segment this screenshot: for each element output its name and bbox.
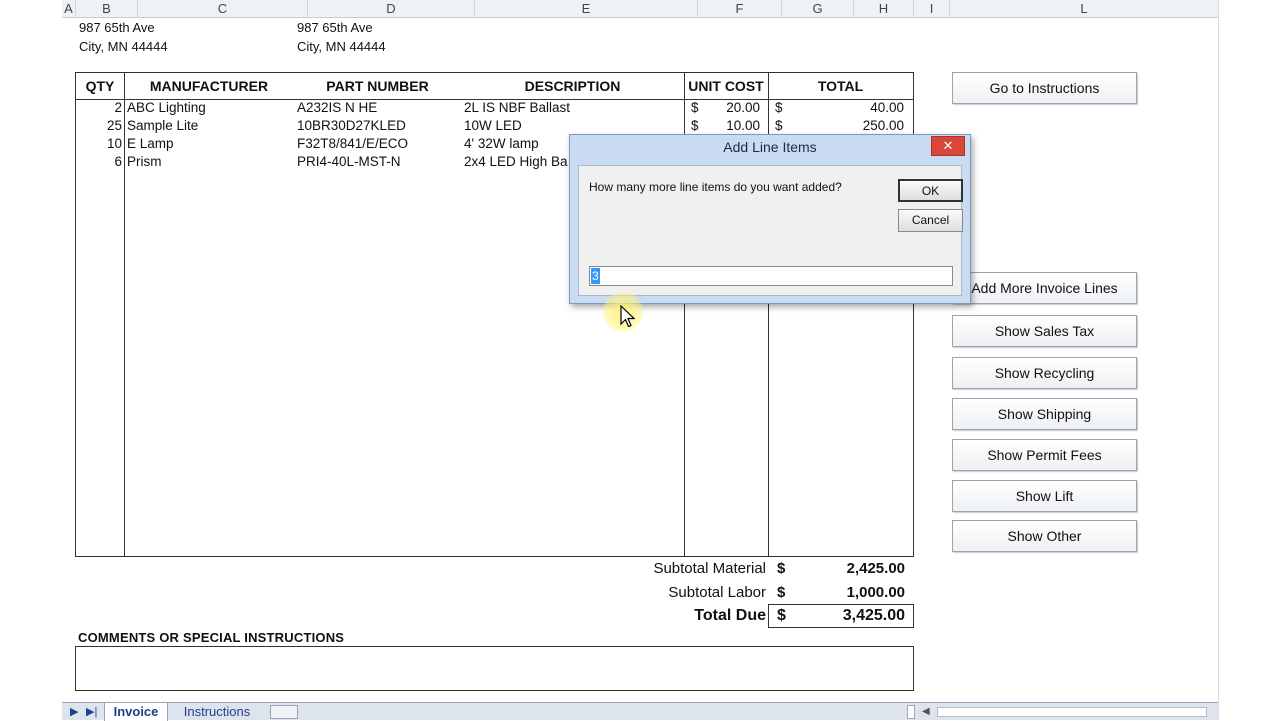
close-icon: ✕ — [942, 138, 954, 153]
address-street-right: 987 65th Ave — [297, 20, 373, 35]
address-street-left: 987 65th Ave — [79, 20, 155, 35]
row-4-description[interactable]: 2x4 LED High Ba — [464, 154, 568, 169]
address-city-left: City, MN 44444 — [79, 39, 168, 54]
header-manufacturer: MANUFACTURER — [149, 78, 269, 94]
subtotal-material-label: Subtotal Material — [653, 560, 766, 577]
column-divider-qty — [124, 73, 125, 556]
column-header-g[interactable]: G — [782, 0, 854, 18]
header-total: TOTAL — [817, 78, 864, 94]
header-qty: QTY — [85, 78, 115, 94]
show-other-button[interactable]: Show Other — [952, 520, 1137, 552]
header-description: DESCRIPTION — [524, 78, 621, 94]
tab-instructions[interactable]: Instructions — [172, 703, 262, 721]
subtotal-material-currency: $ — [777, 560, 786, 577]
comments-label: COMMENTS OR SPECIAL INSTRUCTIONS — [78, 630, 345, 645]
column-header-e[interactable]: E — [475, 0, 698, 18]
total-due-label: Total Due — [694, 607, 766, 624]
row-3-manufacturer[interactable]: E Lamp — [127, 136, 174, 151]
column-header-l[interactable]: L — [950, 0, 1218, 18]
ok-button[interactable]: OK — [898, 179, 963, 202]
row-1-manufacturer[interactable]: ABC Lighting — [127, 100, 206, 115]
go-to-instructions-button[interactable]: Go to Instructions — [952, 72, 1137, 104]
row-4-part-number[interactable]: PRI4-40L-MST-N — [297, 154, 401, 169]
header-part-number: PART NUMBER — [326, 78, 429, 94]
column-header-b[interactable]: B — [76, 0, 138, 18]
line-items-count-input[interactable]: 3 — [589, 266, 953, 286]
header-unit-cost: UNIT COST — [688, 78, 764, 94]
column-header-h[interactable]: H — [854, 0, 914, 18]
tab-invoice[interactable]: Invoice — [104, 703, 168, 721]
cancel-button[interactable]: Cancel — [898, 209, 963, 232]
show-recycling-button[interactable]: Show Recycling — [952, 357, 1137, 389]
row-1-description[interactable]: 2L IS NBF Ballast — [464, 100, 570, 115]
show-lift-button[interactable]: Show Lift — [952, 480, 1137, 512]
total-due-value[interactable]: 3,425.00 — [790, 607, 905, 625]
tab-scroll-last-icon[interactable]: ▶| — [86, 705, 97, 718]
subtotal-labor-currency: $ — [777, 584, 786, 601]
row-2-description[interactable]: 10W LED — [464, 118, 522, 133]
row-4-qty[interactable]: 6 — [76, 154, 122, 169]
subtotal-labor-label: Subtotal Labor — [668, 584, 766, 601]
comments-field[interactable] — [75, 646, 914, 691]
row-4-manufacturer[interactable]: Prism — [127, 154, 162, 169]
right-scroll-area — [1218, 0, 1280, 720]
row-1-total-currency: $ — [775, 100, 783, 115]
row-2-total[interactable]: 250.00 — [786, 118, 904, 133]
dialog-prompt: How many more line items do you want add… — [589, 180, 842, 194]
row-1-total[interactable]: 40.00 — [786, 100, 904, 115]
show-permit-fees-button[interactable]: Show Permit Fees — [952, 439, 1137, 471]
column-header-c[interactable]: C — [138, 0, 308, 18]
horizontal-scrollbar[interactable] — [937, 707, 1207, 717]
dialog-close-button[interactable]: ✕ — [931, 136, 965, 156]
add-more-invoice-lines-button[interactable]: Add More Invoice Lines — [952, 272, 1137, 304]
row-2-qty[interactable]: 25 — [76, 118, 122, 133]
insert-sheet-icon[interactable] — [270, 705, 298, 719]
subtotal-labor-value[interactable]: 1,000.00 — [790, 584, 905, 601]
total-due-currency: $ — [777, 607, 786, 624]
address-city-right: City, MN 44444 — [297, 39, 386, 54]
row-2-manufacturer[interactable]: Sample Lite — [127, 118, 198, 133]
dialog-body: How many more line items do you want add… — [578, 165, 963, 296]
row-2-total-currency: $ — [775, 118, 783, 133]
scroll-left-icon[interactable]: ◀ — [922, 706, 930, 717]
tab-scroll-next-icon[interactable]: ▶ — [70, 705, 78, 718]
tab-split-handle[interactable] — [907, 705, 915, 719]
row-3-part-number[interactable]: F32T8/841/E/ECO — [297, 136, 408, 151]
row-2-part-number[interactable]: 10BR30D27KLED — [297, 118, 406, 133]
row-2-unit-cost[interactable]: 10.00 — [696, 118, 760, 133]
column-header-i[interactable]: I — [914, 0, 950, 18]
sheet-tab-bar: ▶ ▶| Invoice Instructions ◀ — [62, 702, 1218, 721]
subtotal-material-value[interactable]: 2,425.00 — [790, 560, 905, 577]
row-1-part-number[interactable]: A232IS N HE — [297, 100, 377, 115]
row-1-unit-cost[interactable]: 20.00 — [696, 100, 760, 115]
dialog-title: Add Line Items — [723, 139, 817, 155]
row-1-qty[interactable]: 2 — [76, 100, 122, 115]
add-line-items-dialog: Add Line Items ✕ How many more line item… — [569, 134, 971, 304]
show-shipping-button[interactable]: Show Shipping — [952, 398, 1137, 430]
input-selected-text: 3 — [591, 268, 600, 284]
show-sales-tax-button[interactable]: Show Sales Tax — [952, 315, 1137, 347]
row-3-description[interactable]: 4' 32W lamp — [464, 136, 539, 151]
column-header-bar: A B C D E F G H I L — [62, 0, 1218, 18]
column-header-f[interactable]: F — [698, 0, 782, 18]
row-3-qty[interactable]: 10 — [76, 136, 122, 151]
column-header-a[interactable]: A — [62, 0, 76, 18]
mouse-pointer-icon — [620, 305, 636, 328]
column-header-d[interactable]: D — [308, 0, 475, 18]
